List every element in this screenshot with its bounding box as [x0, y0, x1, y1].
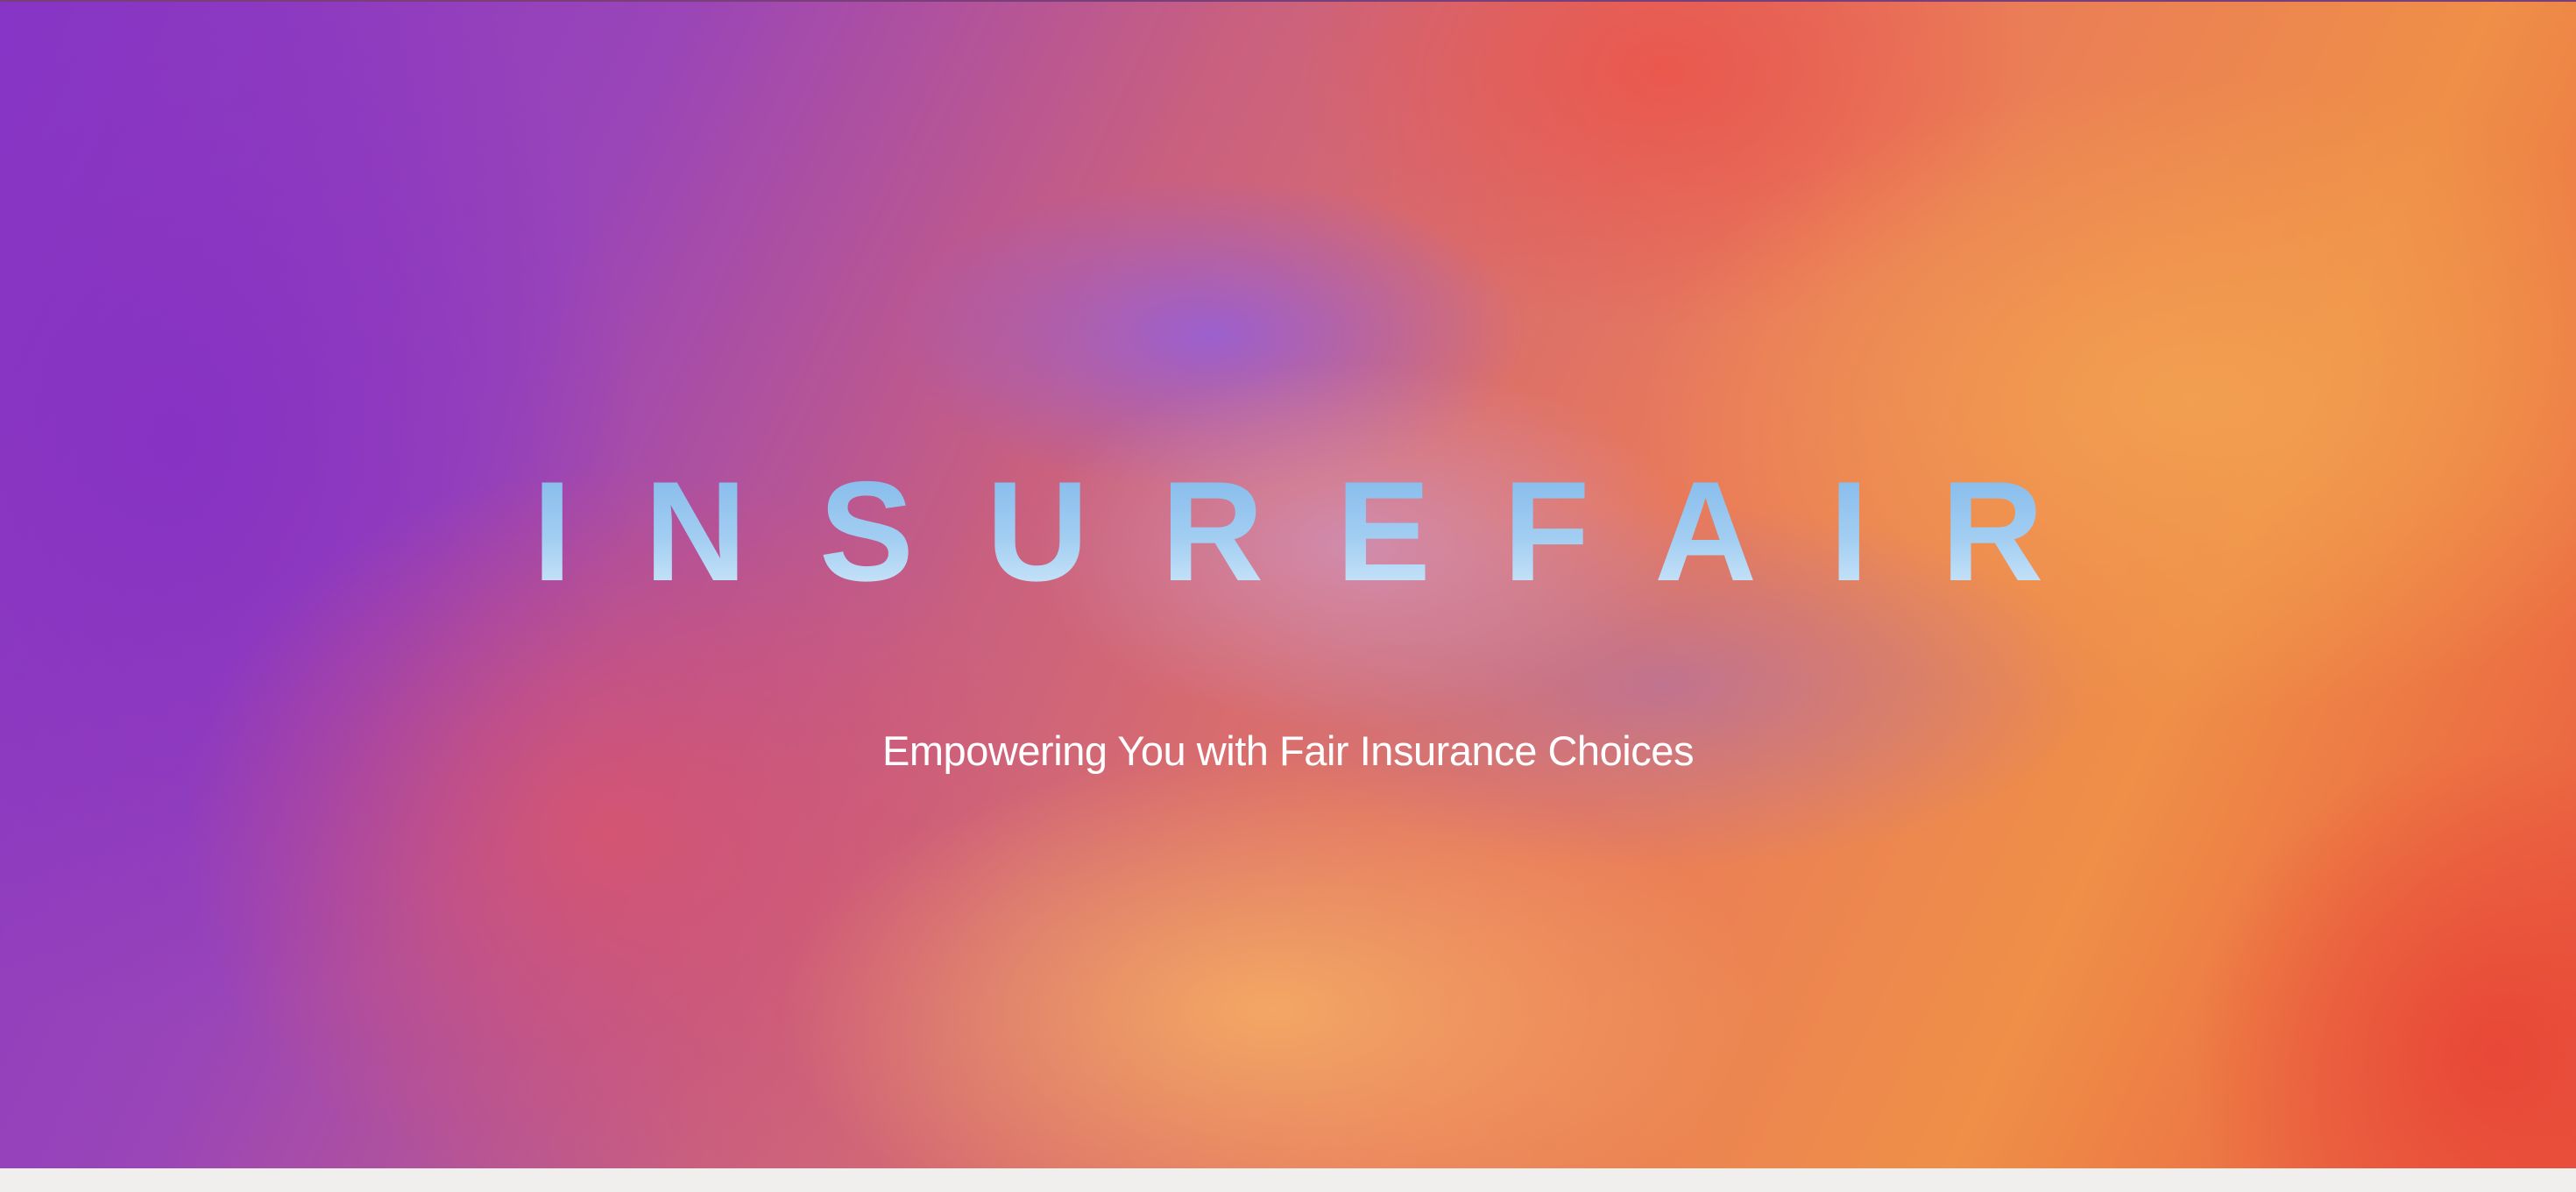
- brand-title: INSUREFAIR: [0, 458, 2576, 607]
- page-bottom-edge: [0, 1168, 2576, 1192]
- hero-section: INSUREFAIR Empowering You with Fair Insu…: [0, 0, 2576, 1168]
- hero-tagline: Empowering You with Fair Insurance Choic…: [882, 727, 1694, 774]
